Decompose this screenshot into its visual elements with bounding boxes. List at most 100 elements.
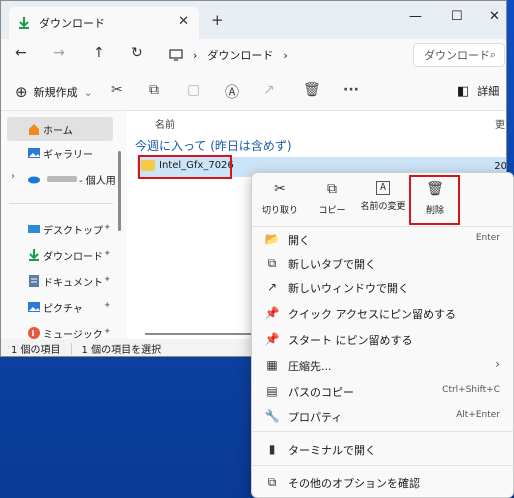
menu-label: 新しいウィンドウで開く	[288, 282, 409, 295]
pin-icon: 📌	[264, 332, 280, 346]
menu-item-copy-path[interactable]: ▤ パスのコピー Ctrl+Shift+C	[256, 379, 510, 403]
cut-icon: ✂	[274, 181, 286, 197]
context-toolbar: ✂ 切り取り ⧉ コピー A 名前の変更 🗑 削除	[252, 173, 513, 227]
sidebar-label: ピクチャ	[43, 303, 83, 315]
menu-divider	[252, 431, 513, 432]
menu-item-open[interactable]: 📂 開く Enter	[256, 227, 510, 251]
menu-item-pin-quick-access[interactable]: 📌 クイック アクセスにピン留めする	[256, 301, 510, 325]
navigation-bar: ← → ↑ ↻ › ダウンロード › ダウンロード ⌕	[1, 39, 506, 71]
copy-icon: ⧉	[327, 181, 337, 197]
navigation-pane: ホーム ギャラリー › - 個人用 デスクトップ ✦ ダウンロード ✦ ドキュメ…	[1, 111, 127, 341]
menu-label: 新しいタブで開く	[288, 258, 376, 271]
delete-icon[interactable]: 🗑	[303, 82, 321, 98]
back-button[interactable]: ←	[15, 45, 27, 61]
more-options-button[interactable]: ···	[343, 82, 359, 98]
command-bar: ⊕ 新規作成 ⌄ ✂ ⧉ ▢ Ⓐ ↗ 🗑 ··· ◧ 詳細	[1, 71, 506, 111]
details-label: 詳細	[477, 85, 500, 98]
sidebar-item-pictures[interactable]: ピクチャ ✦	[7, 295, 113, 319]
breadcrumb-chevron-end[interactable]: ›	[283, 49, 287, 62]
more-options-icon: ⧉	[267, 475, 277, 489]
horizontal-scrollbar[interactable]	[145, 333, 255, 335]
pin-icon: 📌	[264, 306, 280, 320]
menu-item-open-terminal[interactable]: ▮ ターミナルで開く	[256, 437, 510, 461]
details-pane-button[interactable]: ◧ 詳細	[457, 83, 499, 99]
menu-shortcut: Alt+Enter	[456, 410, 500, 420]
minimize-button[interactable]: —	[409, 9, 422, 24]
sidebar-scrollbar[interactable]	[118, 151, 121, 231]
copy-icon[interactable]: ⧉	[149, 82, 159, 98]
new-tab-button[interactable]: +	[211, 11, 224, 29]
file-date: 20	[494, 161, 507, 172]
menu-shortcut: Enter	[475, 233, 500, 243]
menu-label: ターミナルで開く	[288, 444, 376, 457]
pin-icon: ✦	[103, 275, 111, 285]
new-window-icon: ↗	[266, 280, 278, 294]
sidebar-item-home[interactable]: ホーム	[7, 117, 113, 141]
sidebar-label: デスクトップ	[43, 225, 103, 237]
file-highlight-box	[138, 155, 232, 179]
menu-item-open-new-window[interactable]: ↗ 新しいウィンドウで開く	[256, 275, 510, 299]
item-count: 1 個の項目	[11, 345, 61, 356]
pin-icon: ✦	[103, 327, 111, 337]
menu-item-compress[interactable]: ▦ 圧縮先... ›	[256, 353, 510, 377]
pin-icon: ✦	[103, 223, 111, 233]
menu-label: スタート にピン留めする	[288, 334, 413, 347]
gallery-icon	[28, 148, 40, 158]
refresh-button[interactable]: ↻	[131, 45, 143, 61]
sidebar-item-onedrive[interactable]: › - 個人用	[7, 167, 116, 191]
maximize-button[interactable]: ☐	[451, 9, 463, 24]
new-button[interactable]: ⊕ 新規作成 ⌄	[15, 83, 93, 101]
terminal-icon: ▮	[268, 442, 276, 456]
chevron-down-icon: ⌄	[83, 85, 93, 99]
cut-button[interactable]: ✂ 切り取り	[260, 181, 300, 216]
status-divider	[70, 342, 72, 355]
search-icon: ⌕	[489, 48, 496, 61]
menu-label: クイック アクセスにピン留めする	[288, 308, 456, 321]
group-header[interactable]: 今週に入って (昨日は含めず)	[135, 137, 292, 154]
forward-button[interactable]: →	[53, 45, 65, 61]
paste-icon[interactable]: ▢	[187, 82, 200, 98]
details-pane-icon: ◧	[457, 83, 470, 99]
share-icon[interactable]: ↗	[263, 82, 275, 98]
copy-label: コピー	[318, 206, 346, 216]
cloud-icon	[28, 176, 40, 184]
address-bar[interactable]: › ダウンロード ›	[161, 43, 407, 67]
delete-highlight-box	[409, 175, 460, 225]
close-tab-button[interactable]: ✕	[178, 14, 189, 29]
breadcrumb-item-downloads[interactable]: ダウンロード	[207, 47, 273, 63]
selected-count: 1 個の項目を選択	[81, 345, 162, 356]
menu-item-open-new-tab[interactable]: ⧉ 新しいタブで開く	[256, 251, 510, 275]
copy-path-icon: ▤	[266, 384, 278, 398]
rename-icon: A	[376, 181, 390, 195]
column-header-name[interactable]: 名前	[155, 116, 175, 131]
menu-item-properties[interactable]: 🔧 プロパティ Alt+Enter	[256, 404, 510, 428]
copy-button[interactable]: ⧉ コピー	[312, 181, 352, 216]
cut-icon[interactable]: ✂	[111, 82, 123, 98]
column-header-date[interactable]: 更	[495, 116, 505, 131]
menu-label: パスのコピー	[288, 386, 354, 399]
folder-open-icon: 📂	[264, 232, 280, 246]
context-menu: ✂ 切り取り ⧉ コピー A 名前の変更 🗑 削除 📂 開く Enter ⧉ 新…	[251, 172, 514, 498]
cut-label: 切り取り	[261, 206, 298, 216]
rename-icon[interactable]: Ⓐ	[225, 82, 239, 102]
download-icon	[29, 249, 39, 261]
rename-button[interactable]: A 名前の変更	[356, 181, 410, 212]
search-box[interactable]: ダウンロード ⌕	[413, 43, 505, 67]
sidebar-item-desktop[interactable]: デスクトップ ✦	[7, 217, 113, 241]
up-button[interactable]: ↑	[93, 45, 105, 61]
tab-title: ダウンロード	[39, 17, 105, 30]
sidebar-item-downloads[interactable]: ダウンロード ✦	[7, 243, 113, 267]
sidebar-item-documents[interactable]: ドキュメント ✦	[7, 269, 113, 293]
menu-item-more-options[interactable]: ⧉ その他のオプションを確認	[256, 470, 510, 494]
chevron-right-icon[interactable]: ›	[11, 171, 15, 182]
menu-label: 開く	[288, 234, 310, 247]
sidebar-label: ドキュメント	[43, 277, 103, 289]
new-label: 新規作成	[33, 86, 78, 99]
pin-icon: ✦	[103, 301, 111, 311]
close-window-button[interactable]: ✕	[489, 9, 500, 24]
sidebar-item-gallery[interactable]: ギャラリー	[7, 141, 113, 165]
tab-downloads[interactable]: ダウンロード ✕	[9, 7, 199, 39]
title-bar: ダウンロード ✕ + — ☐ ✕	[1, 1, 506, 39]
menu-item-pin-start[interactable]: 📌 スタート にピン留めする	[256, 327, 510, 351]
picture-icon	[28, 302, 40, 312]
